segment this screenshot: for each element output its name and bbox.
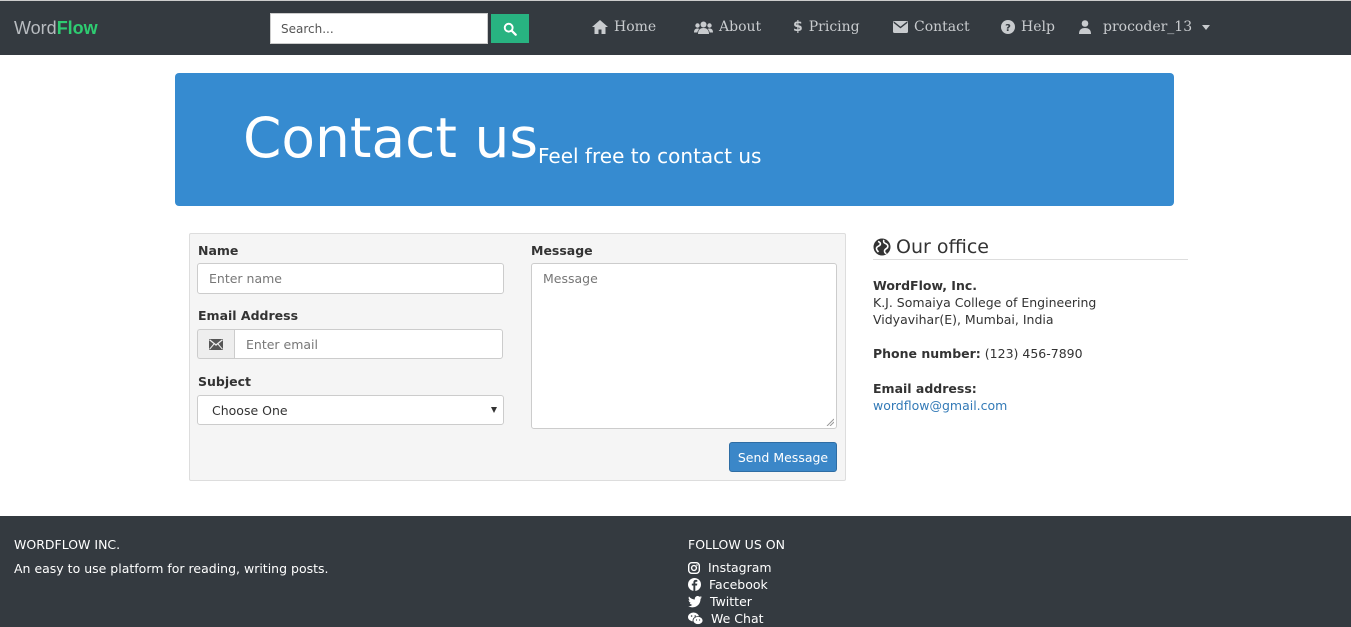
phone-label: Phone number: <box>873 346 981 361</box>
chevron-down-icon <box>491 407 497 413</box>
message-label: Message <box>531 243 593 258</box>
email-addon <box>197 329 234 359</box>
svg-text:?: ? <box>1005 23 1011 34</box>
social-link-facebook[interactable]: Facebook <box>688 577 768 592</box>
page-title: Contact us <box>243 106 538 170</box>
office-address-line2: Vidyavihar(E), Mumbai, India <box>873 312 1054 327</box>
contact-form: Name Enter name Email Address Enter emai… <box>189 233 846 481</box>
nav-contact[interactable]: Contact <box>893 19 970 35</box>
email-label: Email Address <box>198 308 299 323</box>
dollar-icon: $ <box>793 19 803 35</box>
question-circle-icon: ? <box>1001 20 1015 34</box>
envelope-icon <box>893 21 908 33</box>
nav-contact-label: Contact <box>914 19 970 35</box>
message-textarea[interactable]: Message <box>531 263 837 429</box>
social-link-instagram[interactable]: Instagram <box>688 560 772 575</box>
nav-about-label: About <box>719 19 762 35</box>
nav-help-label: Help <box>1021 19 1055 35</box>
home-icon <box>592 20 608 34</box>
subject-select[interactable]: Choose One <box>197 395 504 425</box>
twitter-icon <box>688 595 702 607</box>
email-address-label: Email address: <box>873 381 977 396</box>
envelope-icon <box>209 338 223 350</box>
office-phone: Phone number: (123) 456-7890 <box>873 346 1083 361</box>
nav-help[interactable]: ? Help <box>1001 19 1055 35</box>
users-icon <box>694 21 713 34</box>
subject-label: Subject <box>198 374 251 389</box>
office-company: WordFlow, Inc. <box>873 278 978 293</box>
social-label-instagram: Instagram <box>708 560 772 575</box>
office-heading: Our office <box>873 235 1188 260</box>
page-subtitle: Feel free to contact us <box>538 144 762 168</box>
name-input[interactable]: Enter name <box>197 263 504 294</box>
message-placeholder: Message <box>543 271 598 286</box>
chevron-down-icon <box>1202 24 1211 30</box>
office-email-link[interactable]: wordflow@gmail.com <box>873 398 1007 413</box>
social-label-wechat: We Chat <box>711 611 764 626</box>
nav-pricing-label: Pricing <box>808 19 860 35</box>
social-label-twitter: Twitter <box>710 594 752 609</box>
phone-value: (123) 456-7890 <box>984 346 1083 361</box>
user-icon <box>1079 20 1091 34</box>
search-icon <box>503 22 517 36</box>
office-address-line1: K.J. Somaiya College of Engineering <box>873 295 1097 310</box>
user-menu[interactable]: procoder_13 <box>1079 19 1211 35</box>
nav-home-label: Home <box>614 19 657 35</box>
office-title: Our office <box>896 236 989 258</box>
brand-suffix: Flow <box>56 18 98 38</box>
navbar: WordFlow Home About $ Pricing Contact ? … <box>0 0 1351 55</box>
social-label-facebook: Facebook <box>709 577 768 592</box>
user-menu-label: procoder_13 <box>1103 19 1193 35</box>
social-link-wechat[interactable]: We Chat <box>688 611 764 626</box>
social-link-twitter[interactable]: Twitter <box>688 594 752 609</box>
subject-select-value: Choose One <box>212 402 288 418</box>
facebook-icon <box>688 578 701 591</box>
globe-icon <box>873 238 891 256</box>
footer-follow-heading: FOLLOW US ON <box>688 537 785 552</box>
search-button[interactable] <box>491 14 529 43</box>
instagram-icon <box>688 561 700 574</box>
resize-grip-icon[interactable] <box>826 418 834 426</box>
footer-company-heading: WORDFLOW INC. <box>14 537 121 552</box>
footer-company-text: An easy to use platform for reading, wri… <box>14 561 329 576</box>
nav-about[interactable]: About <box>694 19 761 35</box>
name-label: Name <box>198 243 239 258</box>
nav-home[interactable]: Home <box>592 19 656 35</box>
nav-pricing[interactable]: $ Pricing <box>793 19 860 35</box>
brand-prefix: Word <box>14 18 57 38</box>
wechat-icon <box>688 612 703 625</box>
page-header: Contact us Feel free to contact us <box>175 73 1174 206</box>
send-message-button[interactable]: Send Message <box>729 442 837 472</box>
footer: WORDFLOW INC. An easy to use platform fo… <box>0 516 1351 627</box>
search-input[interactable] <box>270 13 488 44</box>
email-input[interactable]: Enter email <box>234 329 503 359</box>
brand-logo[interactable]: WordFlow <box>14 18 98 39</box>
